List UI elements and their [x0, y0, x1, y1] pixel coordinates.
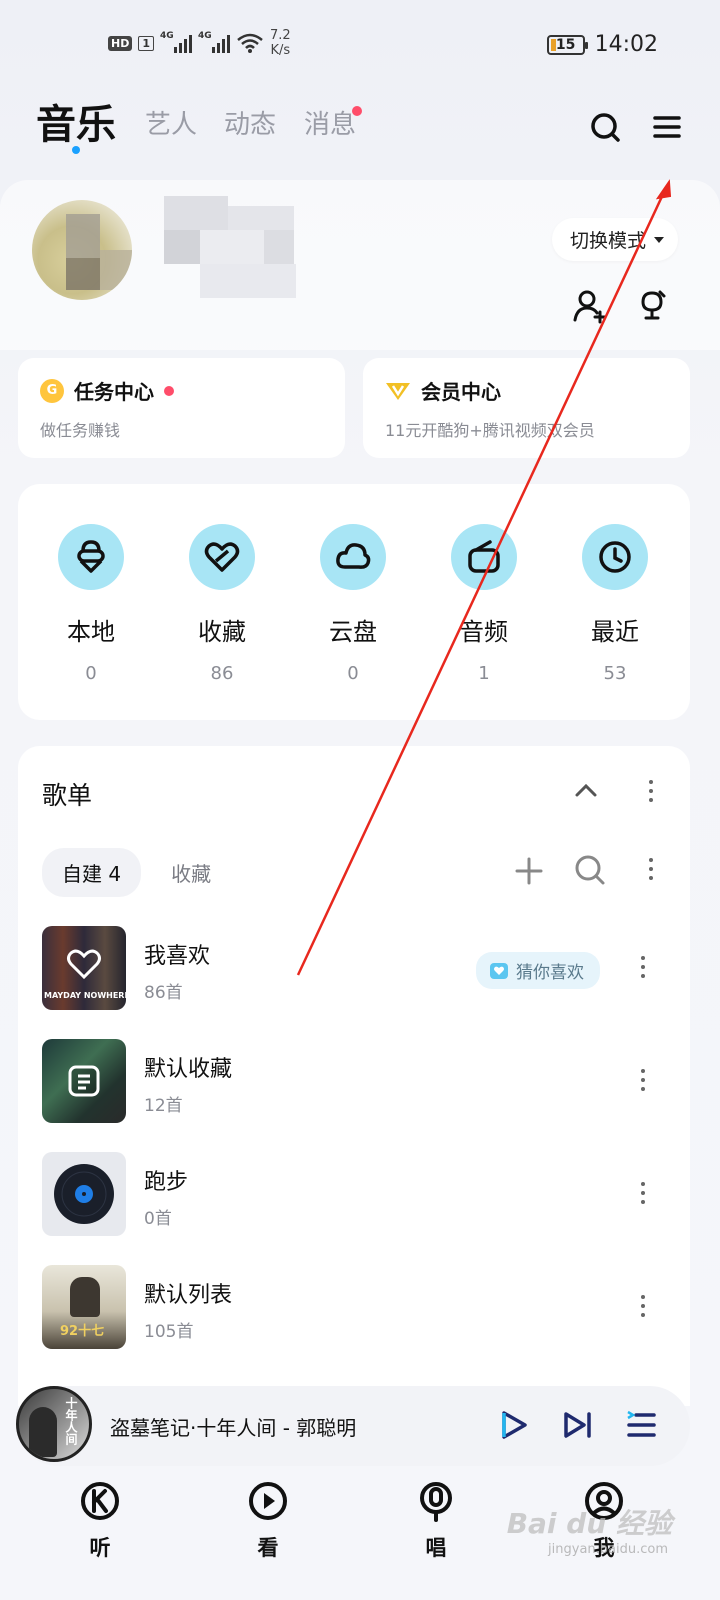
- quick-audio[interactable]: 音频 1: [429, 524, 539, 684]
- bag-icon: [77, 540, 105, 573]
- radio-icon: [468, 540, 500, 573]
- feature-cards: G 任务中心 做任务赚钱 会员中心 11元开酷狗+腾讯视频双会员: [18, 358, 690, 458]
- playlist-row[interactable]: 92十七 默认列表 105首: [42, 1265, 672, 1351]
- mic-icon: [420, 1482, 452, 1522]
- k-logo-icon: [81, 1482, 119, 1520]
- playlist-cover: [42, 1039, 126, 1123]
- collection-icon: [68, 1065, 100, 1097]
- username-blurred: [164, 196, 296, 298]
- heart-icon: [204, 542, 240, 572]
- play-circle-icon: [249, 1482, 287, 1520]
- tab-artists[interactable]: 艺人: [145, 104, 197, 141]
- quick-favorites[interactable]: 收藏 86: [167, 524, 277, 684]
- nav-watch[interactable]: 看: [228, 1480, 308, 1562]
- playlist-more-icon[interactable]: [638, 1069, 648, 1091]
- watermark-url: jingyan.baidu.com: [548, 1542, 668, 1557]
- clock-icon: [599, 541, 631, 573]
- playlist-cover: [42, 1152, 126, 1236]
- playlist-row[interactable]: 默认收藏 12首: [42, 1039, 672, 1125]
- playlist-name: 默认收藏: [144, 1057, 233, 1082]
- signal-icon: 4G: [160, 31, 192, 53]
- task-center-card[interactable]: G 任务中心 做任务赚钱: [18, 358, 345, 458]
- add-friend-icon[interactable]: [572, 288, 608, 324]
- nav-listen[interactable]: 听: [60, 1480, 140, 1562]
- hd-icon: HD: [108, 35, 133, 51]
- active-tab-indicator: [72, 146, 80, 154]
- search-icon[interactable]: [588, 110, 622, 144]
- playlist-row[interactable]: 跑步 0首: [42, 1152, 672, 1238]
- playlist-section: 歌单 自建 4 收藏 MAYDAY NOWHERE 我喜欢 86首 猜你喜欢 默…: [18, 746, 690, 1406]
- playlist-count: 86首: [144, 983, 183, 1003]
- quick-recent[interactable]: 最近 53: [560, 524, 670, 684]
- sim-icon: 1: [138, 35, 154, 51]
- top-tabs: 音乐 艺人 动态 消息: [0, 92, 720, 162]
- tab-fav-playlists[interactable]: 收藏: [171, 858, 211, 887]
- quick-local[interactable]: 本地 0: [36, 524, 146, 684]
- playlist-name: 默认列表: [144, 1283, 233, 1308]
- now-playing-art[interactable]: 十年人间: [16, 1386, 92, 1462]
- tab-feed[interactable]: 动态: [224, 104, 276, 141]
- play-icon[interactable]: [496, 1408, 530, 1442]
- task-badge: [164, 385, 174, 396]
- playlist-more-icon[interactable]: [638, 1182, 648, 1204]
- switch-mode-button[interactable]: 切换模式: [551, 218, 678, 261]
- caret-down-icon: [654, 236, 664, 243]
- status-right: 15 14:02: [546, 32, 658, 57]
- playlist-count: 0首: [144, 1209, 172, 1229]
- playlist-cover: MAYDAY NOWHERE: [42, 926, 126, 1010]
- clock-time: 14:02: [594, 32, 658, 57]
- cloud-icon: [336, 543, 371, 569]
- vip-center-subtitle: 11元开酷狗+腾讯视频双会员: [385, 421, 595, 440]
- next-track-icon[interactable]: [560, 1408, 594, 1442]
- quick-cloud[interactable]: 云盘 0: [298, 524, 408, 684]
- playlist-more-icon[interactable]: [638, 1295, 648, 1317]
- heart-icon: [67, 949, 101, 980]
- playlist-section-title: 歌单: [42, 781, 93, 810]
- quick-entries: 本地 0 收藏 86 云盘 0 音频 1 最近 53: [18, 484, 690, 720]
- now-playing-title: 盗墓笔记·十年人间 - 郭聪明: [110, 1416, 357, 1440]
- net-speed: 7.2 K/s: [270, 28, 291, 58]
- message-badge: [352, 106, 362, 116]
- guess-you-like-button[interactable]: 猜你喜欢: [476, 952, 600, 989]
- playlist-count: 12首: [144, 1096, 183, 1116]
- watermark: Bai du 经验: [506, 1507, 672, 1540]
- tab-messages[interactable]: 消息: [304, 104, 356, 141]
- tab-own-playlists[interactable]: 自建 4: [42, 848, 142, 897]
- playlist-count: 105首: [144, 1322, 194, 1342]
- mini-player[interactable]: 十年人间 盗墓笔记·十年人间 - 郭聪明: [16, 1386, 690, 1466]
- queue-icon[interactable]: [624, 1408, 658, 1442]
- add-playlist-icon[interactable]: [514, 856, 544, 886]
- task-center-title: 任务中心: [74, 380, 154, 404]
- playlist-row[interactable]: MAYDAY NOWHERE 我喜欢 86首 猜你喜欢: [42, 926, 672, 1012]
- skin-icon[interactable]: [634, 288, 670, 324]
- search-playlist-icon[interactable]: [574, 854, 606, 886]
- vip-center-title: 会员中心: [421, 380, 501, 404]
- playlist-cover: 92十七: [42, 1265, 126, 1349]
- vip-icon: [386, 382, 410, 400]
- coin-icon: G: [40, 378, 64, 403]
- heart-icon: [490, 962, 508, 979]
- vip-center-card[interactable]: 会员中心 11元开酷狗+腾讯视频双会员: [363, 358, 690, 458]
- wifi-icon: [237, 33, 263, 53]
- playlist-more-icon[interactable]: [638, 956, 648, 978]
- profile-section: 切换模式: [0, 180, 720, 350]
- section-more-icon[interactable]: [646, 780, 656, 802]
- battery-icon: 15: [546, 34, 588, 55]
- playlist-name: 跑步: [144, 1170, 189, 1195]
- collapse-icon[interactable]: [574, 782, 598, 798]
- menu-icon[interactable]: [650, 110, 684, 144]
- status-bar: HD 1 4G 4G 7.2 K/s 15 14:02: [0, 0, 720, 90]
- status-left: HD 1 4G 4G 7.2 K/s: [108, 28, 291, 58]
- playlist-tabs: 自建 4 收藏: [42, 848, 211, 897]
- vinyl-icon: [54, 1164, 114, 1224]
- nav-sing[interactable]: 唱: [396, 1480, 476, 1562]
- playlist-name: 我喜欢: [144, 944, 211, 969]
- task-center-subtitle: 做任务赚钱: [40, 421, 121, 440]
- signal-icon: 4G: [198, 31, 230, 53]
- tabs-more-icon[interactable]: [646, 858, 656, 880]
- tab-music[interactable]: 音乐: [36, 92, 116, 150]
- avatar[interactable]: [32, 200, 132, 300]
